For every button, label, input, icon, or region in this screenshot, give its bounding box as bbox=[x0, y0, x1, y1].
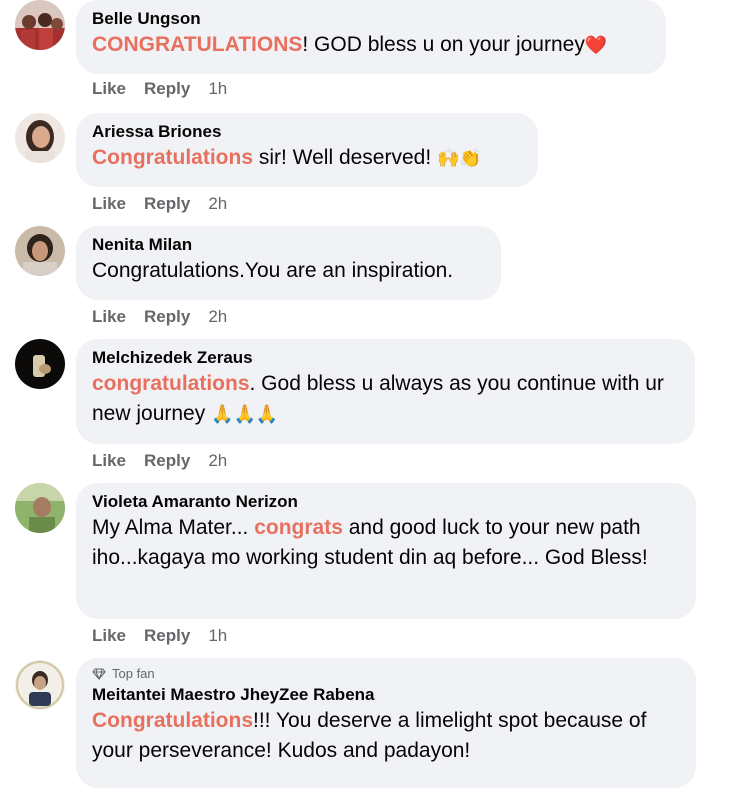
comment-body: ! GOD bless u on your journey bbox=[302, 33, 585, 56]
timestamp[interactable]: 1h bbox=[208, 626, 227, 646]
commenter-name[interactable]: Ariessa Briones bbox=[92, 121, 522, 143]
like-button[interactable]: Like bbox=[92, 307, 126, 327]
avatar[interactable] bbox=[15, 483, 65, 533]
top-fan-label: Top fan bbox=[112, 666, 155, 681]
highlighted-word: Congratulations bbox=[92, 709, 253, 732]
avatar[interactable] bbox=[15, 113, 65, 163]
comment-body: sir! Well deserved! bbox=[253, 146, 438, 169]
comment-bubble: Belle Ungson CONGRATULATIONS! GOD bless … bbox=[76, 0, 666, 74]
top-fan-badge: Top fan bbox=[92, 666, 680, 682]
clap-emoji: 🙌👏 bbox=[437, 148, 482, 168]
commenter-name[interactable]: Melchizedek Zeraus bbox=[92, 347, 679, 369]
avatar[interactable] bbox=[15, 226, 65, 276]
like-button[interactable]: Like bbox=[92, 194, 126, 214]
comment-bubble: Top fan Meitantei Maestro JheyZee Rabena… bbox=[76, 658, 696, 788]
comment-body-start: My Alma Mater... bbox=[92, 516, 255, 539]
pray-emoji: 🙏🙏🙏 bbox=[211, 404, 279, 424]
like-button[interactable]: Like bbox=[92, 626, 126, 646]
avatar[interactable] bbox=[15, 660, 65, 710]
comment-bubble: Nenita Milan Congratulations.You are an … bbox=[76, 226, 501, 300]
comment-actions: Like Reply 2h bbox=[92, 194, 227, 214]
reply-button[interactable]: Reply bbox=[144, 307, 190, 327]
reply-button[interactable]: Reply bbox=[144, 79, 190, 99]
comment-text: My Alma Mater... congrats and good luck … bbox=[92, 513, 680, 573]
comment-bubble: Violeta Amaranto Nerizon My Alma Mater..… bbox=[76, 483, 696, 619]
comment-text: congratulations. God bless u always as y… bbox=[92, 369, 679, 429]
comment-text: Congratulations.You are an inspiration. bbox=[92, 259, 454, 282]
timestamp[interactable]: 2h bbox=[208, 307, 227, 327]
comment-actions: Like Reply 1h bbox=[92, 626, 227, 646]
avatar[interactable] bbox=[15, 339, 65, 389]
commenter-name[interactable]: Meitantei Maestro JheyZee Rabena bbox=[92, 684, 680, 706]
like-button[interactable]: Like bbox=[92, 451, 126, 471]
reply-button[interactable]: Reply bbox=[144, 194, 190, 214]
heart-emoji: ❤️ bbox=[584, 35, 608, 55]
diamond-icon bbox=[92, 668, 106, 680]
reply-button[interactable]: Reply bbox=[144, 626, 190, 646]
commenter-name[interactable]: Violeta Amaranto Nerizon bbox=[92, 491, 680, 513]
comment-actions: Like Reply 2h bbox=[92, 307, 227, 327]
like-button[interactable]: Like bbox=[92, 79, 126, 99]
reply-button[interactable]: Reply bbox=[144, 451, 190, 471]
commenter-name[interactable]: Belle Ungson bbox=[92, 8, 650, 30]
highlighted-word: Congratulations bbox=[92, 146, 253, 169]
comment-bubble: Ariessa Briones Congratulations sir! Wel… bbox=[76, 113, 538, 187]
highlighted-word: CONGRATULATIONS bbox=[92, 33, 303, 56]
avatar[interactable] bbox=[15, 0, 65, 50]
comment-bubble: Melchizedek Zeraus congratulations. God … bbox=[76, 339, 695, 444]
highlighted-word: congratulations bbox=[92, 372, 250, 395]
comment-text: Congratulations sir! Well deserved! 🙌👏 bbox=[92, 143, 522, 173]
comment-text: Congratulations!!! You deserve a limelig… bbox=[92, 706, 680, 766]
timestamp[interactable]: 1h bbox=[208, 79, 227, 99]
comment-actions: Like Reply 2h bbox=[92, 451, 227, 471]
comment-actions: Like Reply 1h bbox=[92, 79, 227, 99]
timestamp[interactable]: 2h bbox=[208, 194, 227, 214]
timestamp[interactable]: 2h bbox=[208, 451, 227, 471]
comment-text: CONGRATULATIONS! GOD bless u on your jou… bbox=[92, 30, 650, 60]
highlighted-word: congrats bbox=[254, 516, 343, 539]
commenter-name[interactable]: Nenita Milan bbox=[92, 234, 485, 256]
